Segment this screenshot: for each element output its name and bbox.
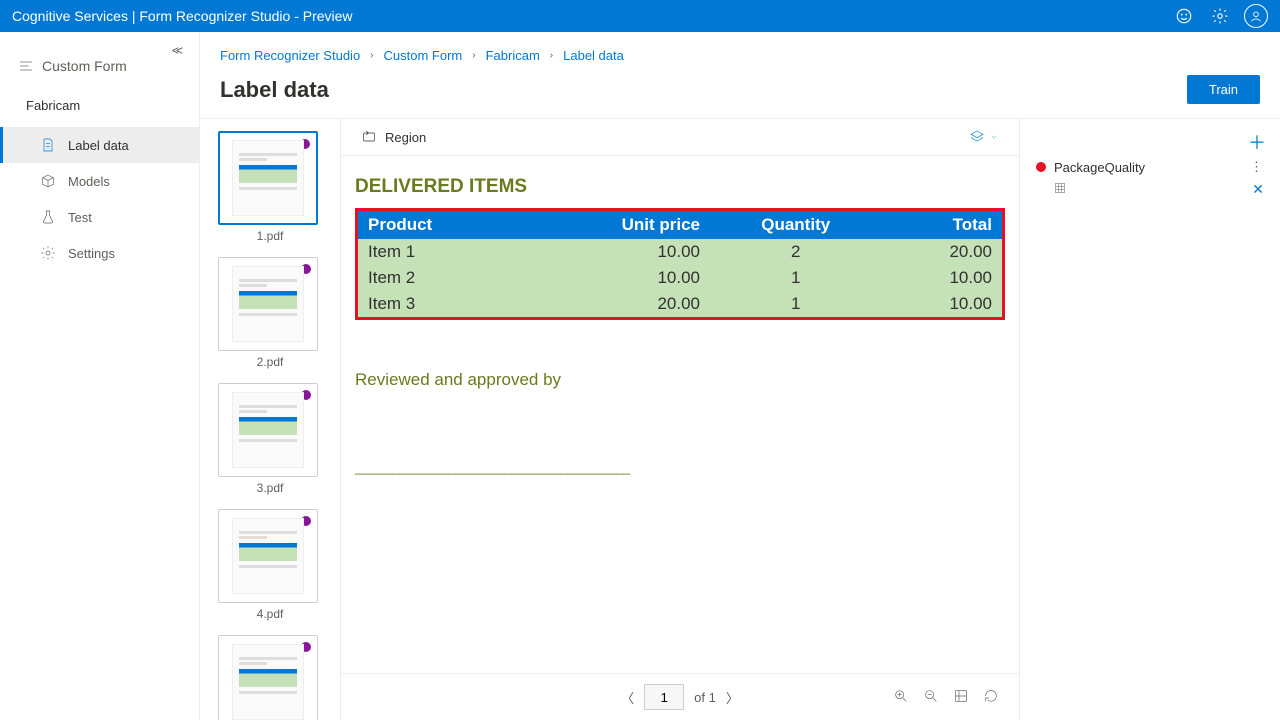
train-button[interactable]: Train <box>1187 75 1260 104</box>
breadcrumb-link[interactable]: Custom Form <box>384 48 463 63</box>
sidebar-heading: Custom Form <box>0 48 199 88</box>
rotate-icon[interactable] <box>983 688 999 707</box>
cube-icon <box>40 173 56 189</box>
collapse-sidebar-icon[interactable]: ≪ <box>171 44 183 57</box>
feedback-icon[interactable] <box>1172 4 1196 28</box>
thumbnail[interactable] <box>218 509 318 603</box>
prev-page-icon[interactable]: 〈 <box>621 688 634 707</box>
gear-icon <box>40 245 56 261</box>
col-header: Product <box>358 211 520 239</box>
delivered-items-table: Product Unit price Quantity Total Item 1… <box>358 211 1002 317</box>
document-canvas[interactable]: DELIVERED ITEMS Product Unit price Quant… <box>341 156 1019 673</box>
thumbnail-label: 2.pdf <box>218 355 322 369</box>
pager: 〈 of 1 〉 <box>621 684 739 710</box>
label-color-dot <box>1036 162 1046 172</box>
fit-icon[interactable] <box>953 688 969 707</box>
page-input[interactable] <box>644 684 684 710</box>
thumbnail[interactable] <box>218 257 318 351</box>
label-name: PackageQuality <box>1054 160 1242 175</box>
layers-button[interactable] <box>969 129 999 145</box>
thumbnail[interactable] <box>218 383 318 477</box>
table-row: Item 210.00110.00 <box>358 265 1002 291</box>
signature-line: ________________________________________… <box>355 460 1005 475</box>
zoom-in-icon[interactable] <box>893 688 909 707</box>
region-label: Region <box>385 130 426 145</box>
add-label-button[interactable]: ＋ <box>1248 129 1266 155</box>
project-name[interactable]: Fabricam <box>0 88 199 123</box>
sidebar-item-settings[interactable]: Settings <box>0 235 199 271</box>
page-title: Label data <box>220 77 329 103</box>
sidebar: ≪ Custom Form Fabricam Label data Models… <box>0 32 200 720</box>
app-title: Cognitive Services | Form Recognizer Stu… <box>12 8 353 24</box>
breadcrumb-link[interactable]: Form Recognizer Studio <box>220 48 360 63</box>
canvas-area: Region DELIVERED ITEMS Product Unit pric… <box>340 119 1020 720</box>
col-header: Total <box>881 211 1002 239</box>
document-section-title: DELIVERED ITEMS <box>355 176 1005 198</box>
col-header: Unit price <box>520 211 710 239</box>
sidebar-heading-label: Custom Form <box>42 58 127 74</box>
label-item[interactable]: PackageQuality ⋮ <box>1034 155 1266 179</box>
label-subrow: ✕ <box>1034 179 1266 200</box>
thumbnail-label: 3.pdf <box>218 481 322 495</box>
sidebar-item-label-data[interactable]: Label data <box>0 127 199 163</box>
label-menu-icon[interactable]: ⋮ <box>1250 159 1264 175</box>
region-icon <box>361 129 377 145</box>
table-row: Item 320.00110.00 <box>358 291 1002 317</box>
sidebar-item-label: Test <box>68 210 92 225</box>
zoom-out-icon[interactable] <box>923 688 939 707</box>
page-total: of 1 <box>694 690 716 705</box>
thumbnail[interactable] <box>218 635 318 720</box>
table-type-icon[interactable] <box>1054 182 1066 197</box>
app-header: Cognitive Services | Form Recognizer Stu… <box>0 0 1280 32</box>
breadcrumb-link[interactable]: Fabricam <box>486 48 540 63</box>
table-selection-highlight[interactable]: Product Unit price Quantity Total Item 1… <box>355 208 1005 320</box>
document-icon <box>40 137 56 153</box>
reviewed-by-label: Reviewed and approved by <box>355 370 1005 390</box>
thumbnail-label: 4.pdf <box>218 607 322 621</box>
sidebar-item-label: Label data <box>68 138 129 153</box>
sidebar-item-label: Settings <box>68 246 115 261</box>
header-actions <box>1172 4 1268 28</box>
sidebar-item-test[interactable]: Test <box>0 199 199 235</box>
delete-label-icon[interactable]: ✕ <box>1252 181 1264 198</box>
region-button[interactable]: Region <box>361 129 426 145</box>
layers-icon <box>969 129 985 145</box>
settings-icon[interactable] <box>1208 4 1232 28</box>
col-header: Quantity <box>710 211 881 239</box>
thumbnail-list: 1.pdf 2.pdf 3.pdf 4.pdf 5.pdf <box>200 119 340 720</box>
zoom-tools <box>893 688 999 707</box>
table-row: Item 110.00220.00 <box>358 239 1002 265</box>
sidebar-item-label: Models <box>68 174 110 189</box>
chevron-down-icon <box>989 132 999 142</box>
thumbnail[interactable] <box>218 131 318 225</box>
next-page-icon[interactable]: 〉 <box>726 688 739 707</box>
labels-panel: ＋ PackageQuality ⋮ ✕ <box>1020 119 1280 720</box>
breadcrumb-link[interactable]: Label data <box>563 48 624 63</box>
flask-icon <box>40 209 56 225</box>
sidebar-item-models[interactable]: Models <box>0 163 199 199</box>
user-avatar-icon[interactable] <box>1244 4 1268 28</box>
thumbnail-label: 1.pdf <box>218 229 322 243</box>
breadcrumb: Form Recognizer Studio› Custom Form› Fab… <box>200 32 1280 69</box>
